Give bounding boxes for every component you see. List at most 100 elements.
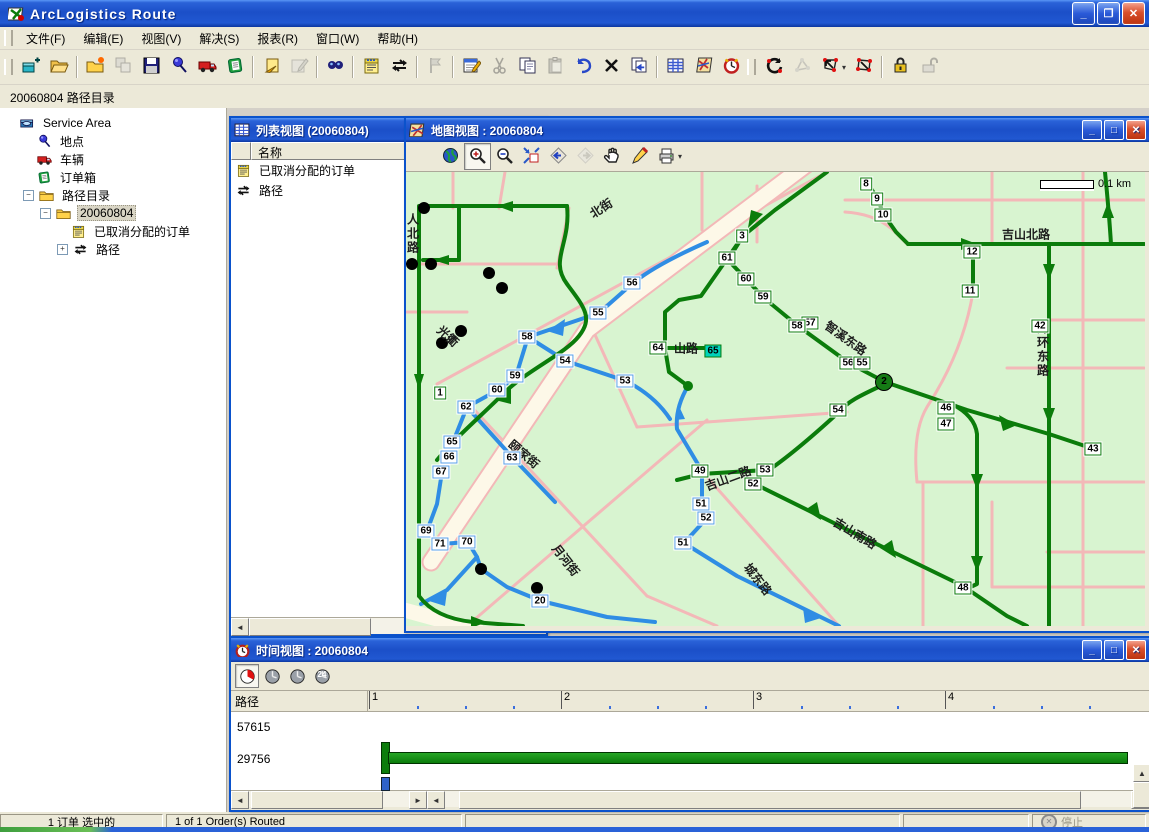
orders-list-button[interactable] bbox=[357, 53, 385, 81]
map-stop-10[interactable]: 10 bbox=[874, 209, 891, 222]
map-stop-2[interactable]: 2 bbox=[875, 373, 893, 391]
map-zoom-out-button[interactable] bbox=[491, 143, 518, 170]
map-stop-43[interactable]: 43 bbox=[1084, 443, 1101, 456]
expand-icon[interactable]: + bbox=[57, 244, 68, 255]
route-row-label[interactable]: 57615 bbox=[237, 720, 270, 734]
map-stop-47[interactable]: 47 bbox=[937, 418, 954, 431]
scroll-left-icon[interactable]: ◄ bbox=[231, 618, 249, 636]
pie-clock-button[interactable] bbox=[235, 664, 259, 688]
menu-V[interactable]: 视图(V) bbox=[132, 28, 190, 49]
map-stop-20[interactable]: 20 bbox=[531, 595, 548, 608]
map-stop-11[interactable]: 11 bbox=[962, 285, 979, 298]
map-stop-62[interactable]: 62 bbox=[457, 401, 474, 414]
map-stop-58[interactable]: 58 bbox=[518, 331, 535, 344]
save-button[interactable] bbox=[137, 53, 165, 81]
map-stop-61[interactable]: 61 bbox=[718, 252, 735, 265]
scroll-thumb[interactable] bbox=[249, 618, 371, 636]
map-minimize-button[interactable]: _ bbox=[1082, 120, 1102, 140]
map-stop-8[interactable]: 8 bbox=[860, 178, 872, 191]
time-vscrollbar[interactable]: ▲ ▼ bbox=[1133, 764, 1149, 774]
tree-item-label[interactable]: 路径 bbox=[94, 241, 122, 258]
order-dot[interactable] bbox=[531, 582, 543, 594]
collapse-icon[interactable]: − bbox=[23, 190, 34, 201]
map-stop-58[interactable]: 58 bbox=[788, 320, 805, 333]
tree-item-label[interactable]: Service Area bbox=[41, 116, 113, 130]
map-canvas[interactable]: 北街吉山北路外环东路人北路智溪东路山路吉山二路吉山南路城东路月河街光衢颐家街 1… bbox=[406, 172, 1145, 626]
map-pan-button[interactable] bbox=[599, 143, 626, 170]
restore-button[interactable]: ❐ bbox=[1097, 2, 1120, 25]
network-route-button[interactable] bbox=[850, 53, 878, 81]
scroll-left-icon[interactable]: ◄ bbox=[231, 791, 249, 809]
map-stop-42[interactable]: 42 bbox=[1031, 320, 1048, 333]
menu-H[interactable]: 帮助(H) bbox=[368, 28, 427, 49]
menu-R[interactable]: 报表(R) bbox=[248, 28, 307, 49]
map-back-button[interactable] bbox=[545, 143, 572, 170]
route-row-label[interactable]: 29756 bbox=[237, 752, 270, 766]
map-stop-67[interactable]: 67 bbox=[432, 466, 449, 479]
map-select-button[interactable] bbox=[410, 143, 437, 170]
time-close-button[interactable]: ✕ bbox=[1126, 640, 1146, 660]
find-button[interactable] bbox=[321, 53, 349, 81]
route-gantt-bar[interactable] bbox=[388, 752, 1128, 764]
map-stop-48[interactable]: 48 bbox=[954, 582, 971, 595]
menu-W[interactable]: 窗口(W) bbox=[307, 28, 368, 49]
map-stop-52[interactable]: 52 bbox=[697, 512, 714, 525]
map-maximize-button[interactable]: □ bbox=[1104, 120, 1124, 140]
map-stop-12[interactable]: 12 bbox=[963, 246, 980, 259]
map-view-titlebar[interactable]: 地图视图 : 20060804 _ □ ✕ bbox=[406, 118, 1149, 142]
map-stop-59[interactable]: 59 bbox=[506, 370, 523, 383]
map-close-button[interactable]: ✕ bbox=[1126, 120, 1146, 140]
tree-item[interactable]: Service Area bbox=[0, 114, 226, 132]
map-print-button[interactable] bbox=[653, 143, 680, 170]
clock-24-button[interactable]: 24 bbox=[310, 664, 334, 688]
order-dot[interactable] bbox=[425, 258, 437, 270]
tree-item[interactable]: 订单箱 bbox=[0, 168, 226, 186]
list-view-button[interactable] bbox=[661, 53, 689, 81]
tree-item-label[interactable]: 订单箱 bbox=[58, 169, 98, 186]
map-stop-65[interactable]: 65 bbox=[704, 345, 721, 358]
map-stop-55[interactable]: 55 bbox=[589, 307, 606, 320]
tree-item-label[interactable]: 已取消分配的订单 bbox=[92, 223, 192, 240]
order-dot[interactable] bbox=[483, 267, 495, 279]
order-dot[interactable] bbox=[475, 563, 487, 575]
map-stop-54[interactable]: 54 bbox=[829, 404, 846, 417]
tree-item[interactable]: −路径目录 bbox=[0, 186, 226, 204]
delete-button[interactable] bbox=[597, 53, 625, 81]
list-item-label[interactable]: 已取消分配的订单 bbox=[259, 162, 355, 179]
clock-quarter-button[interactable] bbox=[260, 664, 284, 688]
tree-item-label[interactable]: 地点 bbox=[58, 133, 86, 150]
map-stop-53[interactable]: 53 bbox=[616, 375, 633, 388]
tree-item[interactable]: 地点 bbox=[0, 132, 226, 150]
map-stop-1[interactable]: 1 bbox=[434, 387, 446, 400]
routes-button[interactable] bbox=[385, 53, 413, 81]
time-view-titlebar[interactable]: 时间视图 : 20060804 _ □ ✕ bbox=[231, 638, 1149, 662]
time-maximize-button[interactable]: □ bbox=[1104, 640, 1124, 660]
map-stop-66[interactable]: 66 bbox=[440, 451, 457, 464]
order-dot[interactable] bbox=[406, 258, 418, 270]
map-stop-55[interactable]: 55 bbox=[853, 357, 870, 370]
map-stop-54[interactable]: 54 bbox=[556, 355, 573, 368]
time-content[interactable]: 57615 29756 ▲ ▼ bbox=[231, 712, 1149, 790]
order-box-button[interactable] bbox=[221, 53, 249, 81]
tree-item[interactable]: + 路径 bbox=[0, 240, 226, 258]
map-stop-71[interactable]: 71 bbox=[431, 538, 448, 551]
close-button[interactable]: ✕ bbox=[1122, 2, 1145, 25]
solve-button[interactable] bbox=[760, 53, 788, 81]
scroll-up-icon[interactable]: ▲ bbox=[1133, 764, 1149, 782]
minimize-button[interactable]: _ bbox=[1072, 2, 1095, 25]
map-zoom-in-button[interactable] bbox=[464, 143, 491, 170]
open-button[interactable] bbox=[45, 53, 73, 81]
new-site-button[interactable] bbox=[17, 53, 45, 81]
copy-button[interactable] bbox=[513, 53, 541, 81]
map-stop-9[interactable]: 9 bbox=[871, 193, 883, 206]
map-stop-3[interactable]: 3 bbox=[736, 230, 748, 243]
undo-button[interactable] bbox=[569, 53, 597, 81]
map-stop-46[interactable]: 46 bbox=[937, 402, 954, 415]
map-stop-49[interactable]: 49 bbox=[691, 465, 708, 478]
properties-button[interactable] bbox=[457, 53, 485, 81]
order-dot[interactable] bbox=[496, 282, 508, 294]
map-zoom-selected-button[interactable] bbox=[518, 143, 545, 170]
lock-button[interactable] bbox=[886, 53, 914, 81]
time-minimize-button[interactable]: _ bbox=[1082, 640, 1102, 660]
map-stop-65[interactable]: 65 bbox=[443, 436, 460, 449]
